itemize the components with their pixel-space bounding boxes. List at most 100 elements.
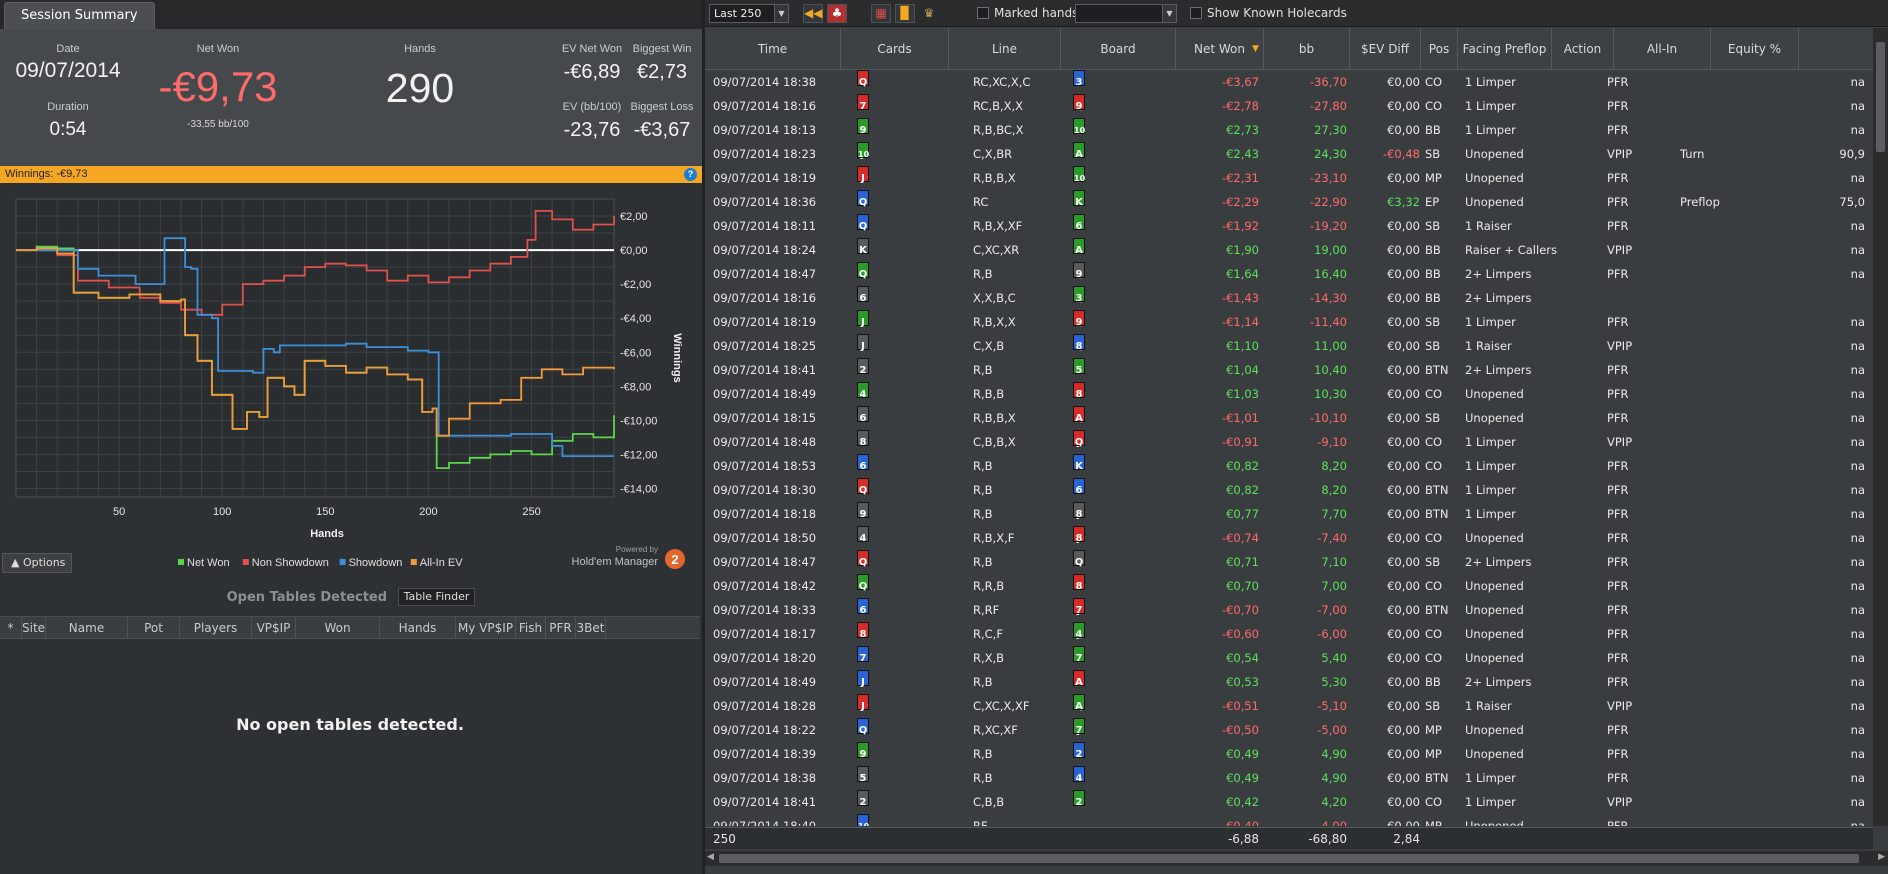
- open-tables-column-header[interactable]: Site: [22, 617, 46, 639]
- options-button[interactable]: ▲ Options: [2, 553, 72, 573]
- open-tables-column-header[interactable]: Fish: [516, 617, 546, 639]
- open-tables-column-header[interactable]: *: [0, 617, 22, 639]
- position-cell: BTN: [1425, 603, 1449, 617]
- hand-row[interactable]: 09/07/2014 18:18A9R,BJA8€0,777,70€0,00BT…: [705, 502, 1873, 526]
- marked-hands-checkbox[interactable]: [977, 7, 989, 19]
- vertical-scroll-thumb[interactable]: [1876, 42, 1885, 152]
- grid-report-icon[interactable]: ▦: [871, 4, 891, 23]
- position-cell: CO: [1425, 651, 1443, 665]
- position-cell: BB: [1425, 291, 1441, 305]
- hand-row[interactable]: 09/07/2014 18:41K2C,B,BK332€0,424,20€0,0…: [705, 790, 1873, 814]
- column-header[interactable]: Action: [1552, 28, 1614, 70]
- column-header[interactable]: Equity %: [1711, 28, 1799, 70]
- trophy-icon[interactable]: ♛: [919, 4, 939, 23]
- net-won-cell: €1,03: [1226, 387, 1259, 401]
- horizontal-scrollbar[interactable]: ◀ ▶: [705, 851, 1888, 866]
- hand-row[interactable]: 09/07/2014 18:25JJC,X,BQ368€1,1011,00€0,…: [705, 334, 1873, 358]
- hand-time: 09/07/2014 18:28: [713, 699, 817, 713]
- open-tables-column-header[interactable]: Pot: [128, 617, 180, 639]
- scroll-right-icon[interactable]: ▶: [1878, 852, 1885, 862]
- hand-row[interactable]: 09/07/2014 18:5044R,B,X,F102J98-€0,74-7,…: [705, 526, 1873, 550]
- marked-hands-dropdown[interactable]: ▼: [1075, 4, 1177, 23]
- column-header[interactable]: Facing Preflop: [1458, 28, 1552, 70]
- hand-row[interactable]: 09/07/2014 18:49A4R,B,B10A68€1,0310,30€0…: [705, 382, 1873, 406]
- hand-row[interactable]: 09/07/2014 18:22KQR,XC,XF25J7-€0,50-5,00…: [705, 718, 1873, 742]
- action-cell: PFR: [1607, 195, 1629, 209]
- hand-row[interactable]: 09/07/2014 18:49AJR,B8AA€0,535,30€0,00BB…: [705, 670, 1873, 694]
- column-header[interactable]: Pos: [1421, 28, 1458, 70]
- hands-filter-dropdown[interactable]: Last 250 ▼: [709, 4, 789, 23]
- show-known-holecards-checkbox[interactable]: [1190, 7, 1202, 19]
- column-header[interactable]: Net Won: [1176, 28, 1264, 70]
- playing-card: Q: [1073, 430, 1085, 448]
- column-header[interactable]: $EV Diff: [1350, 28, 1421, 70]
- open-tables-column-header[interactable]: Hands: [380, 617, 456, 639]
- ev-diff-cell: €0,00: [1387, 339, 1420, 353]
- hand-row[interactable]: 09/07/2014 18:19AJR,B,B,X6K2K10-€2,31-23…: [705, 166, 1873, 190]
- horizontal-scroll-thumb[interactable]: [719, 854, 1859, 863]
- rewind-icon[interactable]: ◀◀: [803, 4, 823, 23]
- hand-row[interactable]: 09/07/2014 18:47AQR,B96Q€0,717,10€0,00SB…: [705, 550, 1873, 574]
- open-tables-column-header[interactable]: My VP$IP: [456, 617, 516, 639]
- column-header[interactable]: Line: [949, 28, 1061, 70]
- help-icon[interactable]: ?: [684, 168, 697, 181]
- hand-row[interactable]: 09/07/2014 18:11AQR,B,X,XFK8786-€1,92-19…: [705, 214, 1873, 238]
- hand-row[interactable]: 09/07/2014 18:1586R,B,B,X487QA-€1,01-10,…: [705, 406, 1873, 430]
- vertical-scrollbar[interactable]: [1873, 28, 1888, 826]
- footer-ev-diff: 2,84: [1393, 832, 1420, 846]
- legend-label[interactable]: Net Won: [187, 557, 230, 569]
- hand-row[interactable]: 09/07/2014 18:28KJC,XC,X,XFAQQ8A-€0,51-5…: [705, 694, 1873, 718]
- action-cell: PFR: [1607, 579, 1629, 593]
- hand-row[interactable]: 09/07/2014 18:47KQR,B9Q9€1,6416,40€0,00B…: [705, 262, 1873, 286]
- hand-row[interactable]: 09/07/2014 18:24AKC,XC,XR1042A€1,9019,00…: [705, 238, 1873, 262]
- equity-cell: na: [1850, 75, 1865, 89]
- hem2-window: Session Summary Date 09/07/2014 Duration…: [0, 0, 1888, 874]
- action-cell: PFR: [1607, 171, 1629, 185]
- replay-cards-icon[interactable]: ♣: [827, 4, 847, 23]
- scroll-left-icon[interactable]: ◀: [707, 852, 714, 862]
- column-header[interactable]: bb: [1264, 28, 1350, 70]
- open-tables-heading: Open Tables Detected: [226, 590, 388, 605]
- hand-row[interactable]: 09/07/2014 18:42KQR,R,B3348€0,707,00€0,0…: [705, 574, 1873, 598]
- hand-row[interactable]: 09/07/2014 18:13K9R,B,BC,XK8K610€2,7327,…: [705, 118, 1873, 142]
- hand-row[interactable]: 09/07/2014 18:40A10RF-€0,40-4,00€0,00MPU…: [705, 814, 1873, 826]
- hand-row[interactable]: 09/07/2014 18:3999R,B272€0,494,90€0,00MP…: [705, 742, 1873, 766]
- ev-diff-cell: €0,00: [1387, 603, 1420, 617]
- hand-row[interactable]: 09/07/2014 18:30KQR,B10A6€0,828,20€0,00B…: [705, 478, 1873, 502]
- hand-row[interactable]: 09/07/2014 18:41A2R,B355€1,0410,40€0,00B…: [705, 358, 1873, 382]
- hand-row[interactable]: 09/07/2014 18:48108C,B,B,XK6KJQ-€0,91-9,…: [705, 430, 1873, 454]
- playing-card: Q: [857, 190, 869, 208]
- table-finder-button[interactable]: Table Finder: [397, 588, 476, 606]
- column-header[interactable]: Cards: [841, 28, 949, 70]
- hand-row[interactable]: 09/07/2014 18:19KJR,B,X,X7Q539-€1,14-11,…: [705, 310, 1873, 334]
- open-tables-column-header[interactable]: 3Bet: [576, 617, 606, 639]
- column-header[interactable]: Board: [1061, 28, 1176, 70]
- open-tables-column-header[interactable]: VP$IP: [252, 617, 296, 639]
- net-won-cell: €2,73: [1226, 123, 1259, 137]
- hand-row[interactable]: 09/07/2014 18:36KQRC567AK-€2,29-22,90€3,…: [705, 190, 1873, 214]
- hand-row[interactable]: 09/07/2014 18:38AQRC,XC,X,CA6443-€3,67-3…: [705, 70, 1873, 94]
- hand-row[interactable]: 09/07/2014 18:5366R,B42K€0,828,20€0,00CO…: [705, 454, 1873, 478]
- hand-row[interactable]: 09/07/2014 18:23J10C,X,BR4K79A€2,4324,30…: [705, 142, 1873, 166]
- open-tables-column-header[interactable]: Name: [46, 617, 128, 639]
- hand-row[interactable]: 09/07/2014 18:33K6R,RF2J7-€0,70-7,00€0,0…: [705, 598, 1873, 622]
- legend-label[interactable]: Non Showdown: [252, 557, 329, 569]
- action-cell: PFR: [1607, 771, 1629, 785]
- hand-row[interactable]: 09/07/2014 18:38A5R,B1084€0,494,90€0,00B…: [705, 766, 1873, 790]
- facing-preflop-cell: Unopened: [1465, 723, 1524, 737]
- tab-session-summary[interactable]: Session Summary: [4, 2, 155, 29]
- column-header[interactable]: All-In: [1614, 28, 1711, 70]
- column-header[interactable]: Time: [705, 28, 841, 70]
- hand-row[interactable]: 09/07/2014 18:1788R,C,FQJK4-€0,60-6,00€0…: [705, 622, 1873, 646]
- hand-row[interactable]: 09/07/2014 18:20A7R,X,B3627€0,545,40€0,0…: [705, 646, 1873, 670]
- hand-row[interactable]: 09/07/2014 18:1676X,X,B,C6Q1063-€1,43-14…: [705, 286, 1873, 310]
- open-tables-column-header[interactable]: Players: [180, 617, 252, 639]
- legend-label[interactable]: Showdown: [349, 557, 403, 569]
- chevron-down-icon: ▼: [1162, 5, 1176, 22]
- hand-row[interactable]: 09/07/2014 18:1687RC,B,X,X3102Q9-€2,78-2…: [705, 94, 1873, 118]
- bar-chart-icon[interactable]: ▉: [895, 4, 915, 23]
- legend-label[interactable]: All-In EV: [420, 557, 463, 569]
- open-tables-column-header[interactable]: PFR: [546, 617, 576, 639]
- facing-preflop-cell: Unopened: [1465, 627, 1524, 641]
- open-tables-column-header[interactable]: Won: [296, 617, 380, 639]
